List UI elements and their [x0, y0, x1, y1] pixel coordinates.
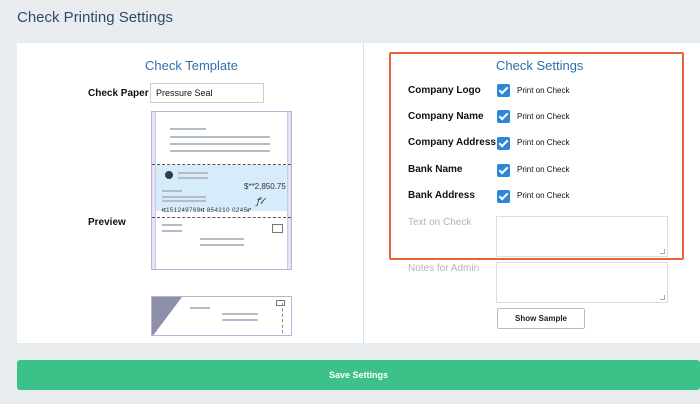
- company-logo-icon: [165, 171, 173, 179]
- company-name-checkbox[interactable]: [497, 110, 510, 123]
- check-paper-select[interactable]: Pressure Seal: [150, 83, 264, 103]
- company-name-label: Company Name: [408, 111, 484, 122]
- text-on-check-input[interactable]: [496, 216, 668, 257]
- company-logo-checkbox-label[interactable]: Print on Check: [517, 86, 569, 95]
- page-title: Check Printing Settings: [17, 9, 173, 26]
- resize-handle-icon[interactable]: [660, 249, 665, 254]
- show-sample-button[interactable]: Show Sample: [497, 308, 585, 329]
- resize-handle-icon[interactable]: [660, 295, 665, 300]
- notes-for-admin-input[interactable]: [496, 262, 668, 303]
- company-logo-checkbox[interactable]: [497, 84, 510, 97]
- bank-name-checkbox[interactable]: [497, 164, 510, 177]
- preview-amount: $**2,850.75: [244, 182, 286, 191]
- preview-micr: ⑆151249769⑆ 854210 0245⑈: [162, 208, 252, 214]
- check-preview: $**2,850.75 ꝭ𝓁 ⑆151249769⑆ 854210 0245⑈: [151, 111, 292, 270]
- bank-name-checkbox-label[interactable]: Print on Check: [517, 165, 569, 174]
- check-template-heading: Check Template: [145, 58, 238, 73]
- company-logo-label: Company Logo: [408, 85, 481, 96]
- text-on-check-label: Text on Check: [408, 217, 472, 228]
- envelope-preview: [151, 296, 292, 336]
- signature-icon: ꝭ𝓁: [256, 197, 264, 207]
- company-name-checkbox-label[interactable]: Print on Check: [517, 112, 569, 121]
- notes-for-admin-label: Notes for Admin: [408, 263, 480, 274]
- company-address-checkbox[interactable]: [497, 137, 510, 150]
- save-settings-button[interactable]: Save Settings: [17, 360, 700, 390]
- column-divider: [363, 43, 364, 343]
- bank-address-checkbox-label[interactable]: Print on Check: [517, 191, 569, 200]
- fold-corner-icon: [152, 297, 182, 335]
- check-paper-label: Check Paper: [88, 88, 149, 99]
- bank-name-label: Bank Name: [408, 164, 463, 175]
- check-settings-heading: Check Settings: [496, 58, 584, 73]
- company-address-checkbox-label[interactable]: Print on Check: [517, 138, 569, 147]
- bank-address-checkbox[interactable]: [497, 190, 510, 203]
- stamp-box-icon: [272, 224, 283, 233]
- stamp-box-icon: [276, 300, 285, 306]
- bank-address-label: Bank Address: [408, 190, 475, 201]
- preview-label: Preview: [88, 217, 126, 228]
- company-address-label: Company Address: [408, 137, 496, 148]
